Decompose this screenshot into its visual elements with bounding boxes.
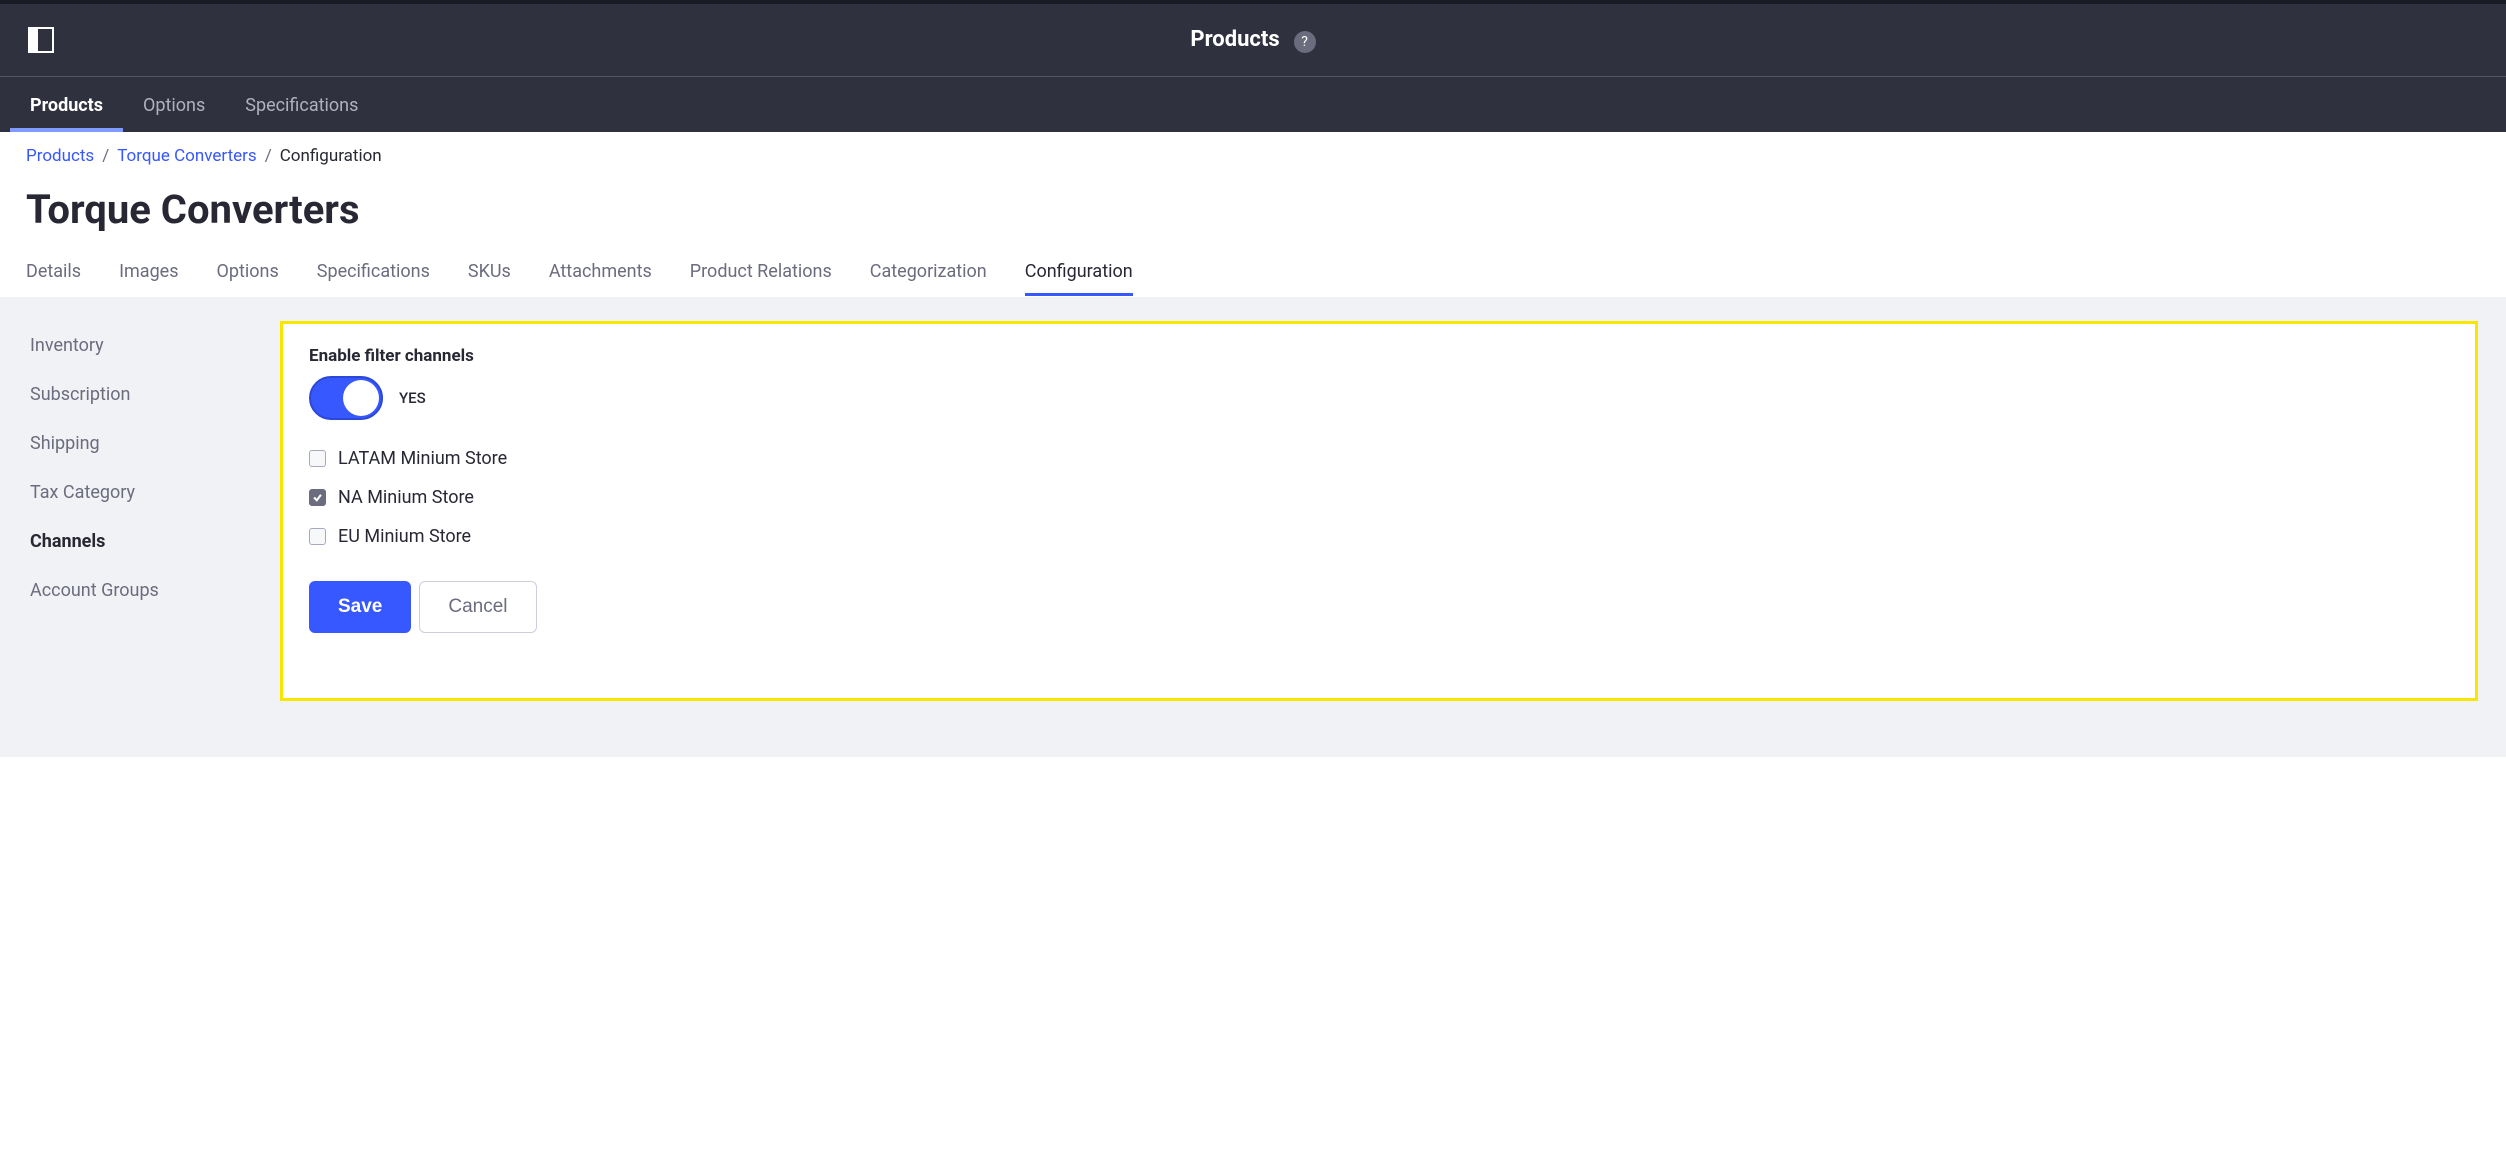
toggle-row: YES (309, 376, 2449, 420)
config-panel: Enable filter channels YES LATAM Minium … (280, 321, 2478, 701)
detail-tab[interactable]: Images (119, 255, 178, 296)
save-button[interactable]: Save (309, 581, 411, 633)
breadcrumb-link[interactable]: Products (26, 146, 94, 166)
breadcrumb: Products / Torque Converters / Configuration (26, 142, 2480, 172)
content-area: InventorySubscriptionShippingTax Categor… (0, 297, 2506, 757)
breadcrumb-link[interactable]: Torque Converters (117, 146, 256, 166)
channel-checkbox[interactable] (309, 450, 326, 467)
topbar-inner: Products ? (0, 4, 2506, 76)
detail-tab[interactable]: Categorization (870, 255, 987, 296)
topbar: Products ? (0, 0, 2506, 77)
detail-tab[interactable]: Attachments (549, 255, 652, 296)
enable-filter-channels-label: Enable filter channels (309, 346, 2449, 366)
primary-nav-item[interactable]: Options (123, 77, 225, 132)
detail-tab[interactable]: SKUs (468, 255, 511, 296)
help-icon[interactable]: ? (1294, 31, 1316, 53)
breadcrumb-separator: / (265, 146, 272, 166)
side-nav-item[interactable]: Shipping (30, 419, 260, 468)
check-icon (312, 492, 323, 503)
detail-tab[interactable]: Product Relations (690, 255, 832, 296)
channel-checkbox[interactable] (309, 489, 326, 506)
toggle-knob-icon (343, 380, 379, 416)
channel-label: EU Minium Store (338, 526, 471, 547)
side-nav-item[interactable]: Tax Category (30, 468, 260, 517)
side-nav-item[interactable]: Subscription (30, 370, 260, 419)
toggle-state-text: YES (399, 389, 426, 407)
channel-row: EU Minium Store (309, 526, 2449, 547)
breadcrumb-separator: / (102, 146, 109, 166)
enable-filter-channels-toggle[interactable] (309, 376, 383, 420)
side-nav: InventorySubscriptionShippingTax Categor… (0, 297, 280, 737)
channel-row: NA Minium Store (309, 487, 2449, 508)
primary-nav: ProductsOptionsSpecifications (0, 77, 2506, 132)
button-row: Save Cancel (309, 581, 2449, 633)
primary-nav-item[interactable]: Products (10, 77, 123, 132)
side-nav-item[interactable]: Inventory (30, 321, 260, 370)
primary-nav-item[interactable]: Specifications (225, 77, 378, 132)
side-nav-item[interactable]: Channels (30, 517, 260, 566)
detail-tab[interactable]: Specifications (317, 255, 430, 296)
detail-tab[interactable]: Configuration (1025, 255, 1133, 296)
detail-tabs: Details Images Options Specifications SKUs At… (26, 255, 2480, 297)
page-header-title: Products (1190, 27, 1279, 52)
cancel-button[interactable]: Cancel (419, 581, 536, 633)
page-title: Torque Converters (26, 172, 2480, 255)
top-title-wrap: Products ? (0, 27, 2506, 53)
side-nav-item[interactable]: Account Groups (30, 566, 260, 615)
channel-checkbox[interactable] (309, 528, 326, 545)
config-panel-wrap: Enable filter channels YES LATAM Minium … (280, 297, 2506, 737)
detail-tab[interactable]: Details (26, 255, 81, 296)
channel-row: LATAM Minium Store (309, 448, 2449, 469)
channel-label: NA Minium Store (338, 487, 474, 508)
breadcrumb-current: Configuration (280, 146, 382, 166)
sidebar-toggle-icon[interactable] (28, 27, 54, 53)
detail-tab[interactable]: Options (217, 255, 279, 296)
channel-label: LATAM Minium Store (338, 448, 507, 469)
page-header-area: Products / Torque Converters / Configuration… (0, 132, 2506, 297)
